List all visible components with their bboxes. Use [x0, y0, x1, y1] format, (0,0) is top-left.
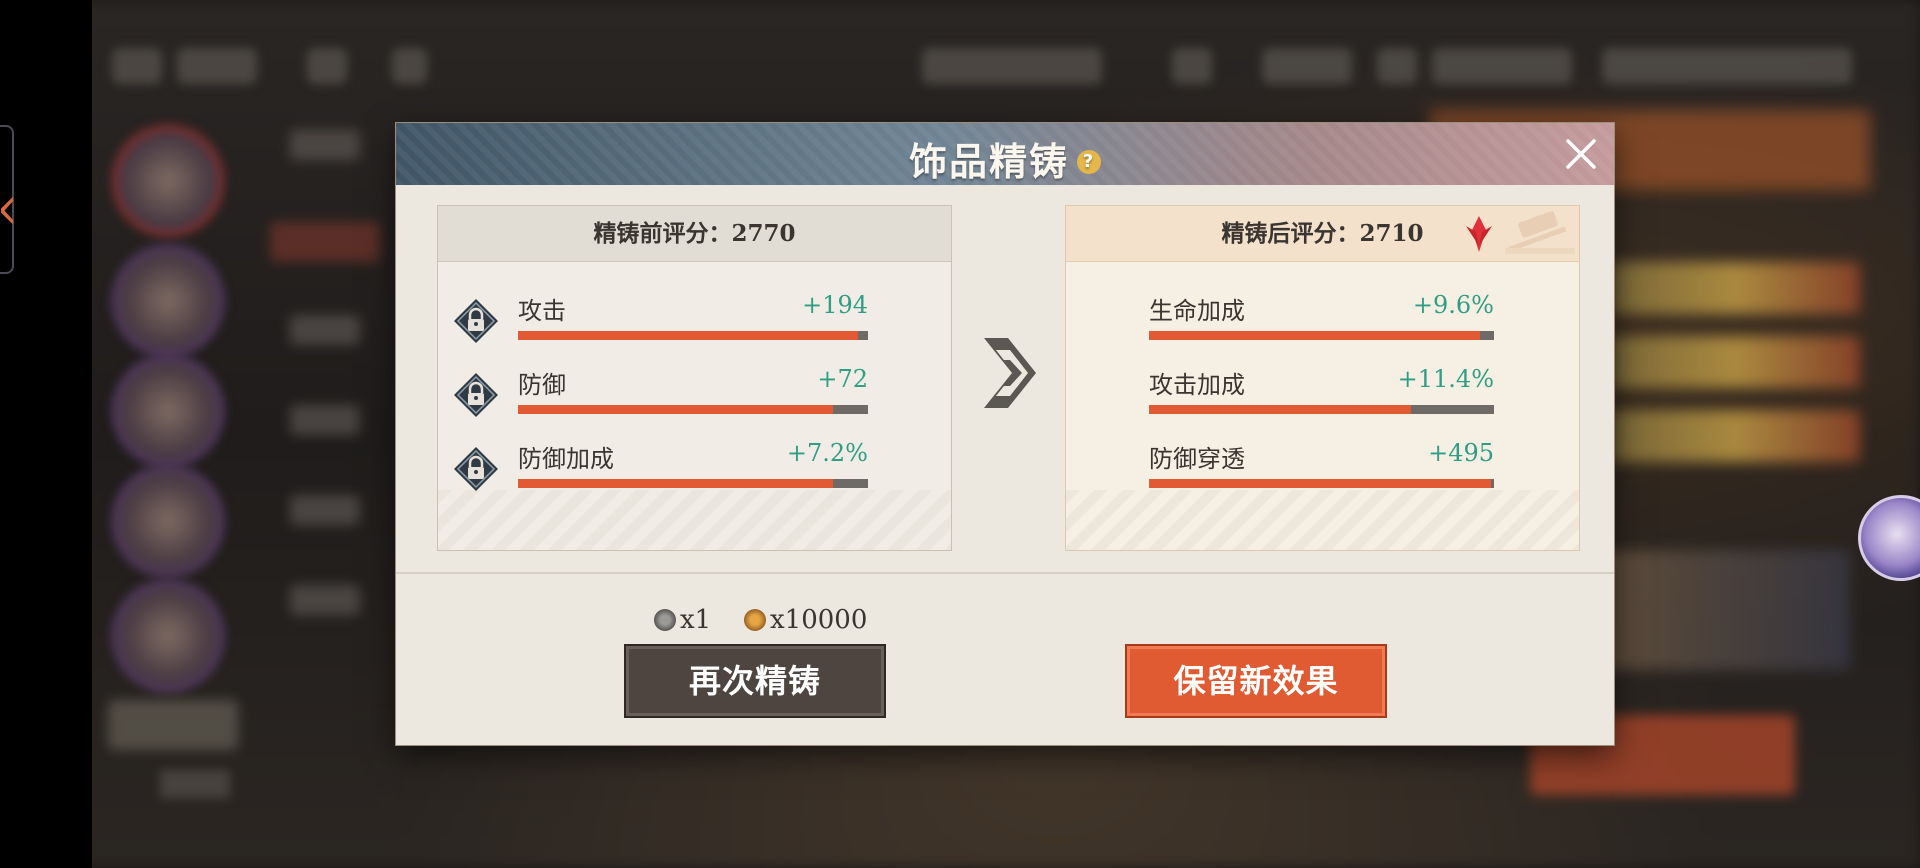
stat-bar-fill [518, 405, 833, 414]
help-icon[interactable]: ? [1077, 149, 1101, 174]
before-panel: 精铸前评分：2770 攻击 +194 防御 +72 防御加成 +7.2% [437, 205, 952, 551]
stat-value: +9.6% [1412, 291, 1494, 319]
after-stat-row: 生命加成 +9.6% [1149, 291, 1494, 349]
lock-icon[interactable] [452, 297, 500, 345]
stat-name: 防御穿透 [1149, 445, 1245, 473]
stat-bar [518, 331, 868, 340]
dialog-title-text: 饰品精铸 [908, 139, 1069, 184]
stat-value: +495 [1428, 439, 1494, 467]
stat-bar [1149, 405, 1494, 414]
stat-bar [1149, 479, 1494, 488]
reforge-stone-icon [654, 609, 676, 631]
divider [396, 572, 1614, 574]
cost-item: x1 [654, 605, 711, 635]
before-score: 精铸前评分：2770 [438, 206, 951, 262]
gold-coin-icon [744, 609, 766, 631]
stat-bar-fill [1149, 479, 1491, 488]
hammer-icon [1505, 211, 1575, 254]
before-stat-row: 防御 +72 [454, 365, 868, 423]
stat-value: +11.4% [1397, 365, 1494, 393]
chevron-up-icon: ^ [0, 192, 44, 229]
stat-bar-fill [1149, 331, 1481, 340]
stat-name: 生命加成 [1149, 297, 1245, 325]
accessory-reforge-dialog: 饰品精铸? 精铸前评分：2770 攻击 +194 防御 +72 防御加成 +7.… [396, 123, 1614, 745]
cost-coin: x10000 [744, 605, 867, 635]
reforge-again-button[interactable]: 再次精铸 [624, 644, 886, 718]
after-score: 精铸后评分：2710 [1066, 206, 1579, 262]
stat-bar-fill [518, 331, 858, 340]
stat-value: +194 [802, 291, 868, 319]
top-bar [92, 30, 1872, 100]
close-icon[interactable] [1562, 135, 1600, 173]
stat-name: 防御 [518, 371, 566, 399]
stat-bar-fill [1149, 405, 1412, 414]
after-score-text: 精铸后评分：2710 [1221, 220, 1424, 247]
score-down-icon [1466, 216, 1492, 252]
stat-value: +72 [817, 365, 868, 393]
before-stat-row: 攻击 +194 [454, 291, 868, 349]
after-stat-row: 攻击加成 +11.4% [1149, 365, 1494, 423]
dialog-title: 饰品精铸? [396, 131, 1614, 186]
keep-new-effect-button[interactable]: 保留新效果 [1125, 644, 1387, 718]
after-panel: 精铸后评分：2710 生命加成 +9.6% 攻击加成 +11.4% 防御穿透 +… [1065, 205, 1580, 551]
after-stat-row: 防御穿透 +495 [1149, 439, 1494, 497]
lock-icon[interactable] [452, 371, 500, 419]
stat-bar [518, 405, 868, 414]
stat-value: +7.2% [786, 439, 868, 467]
stat-name: 防御加成 [518, 445, 614, 473]
cost-coin-qty: x10000 [770, 605, 868, 635]
stat-bar [518, 479, 868, 488]
cost-item-qty: x1 [680, 605, 712, 635]
stat-name: 攻击加成 [1149, 371, 1245, 399]
lock-icon[interactable] [452, 445, 500, 493]
stat-name: 攻击 [518, 297, 566, 325]
arrow-right-icon [984, 338, 1036, 408]
stat-bar [1149, 331, 1494, 340]
before-stat-row: 防御加成 +7.2% [454, 439, 868, 497]
stat-bar-fill [518, 479, 833, 488]
